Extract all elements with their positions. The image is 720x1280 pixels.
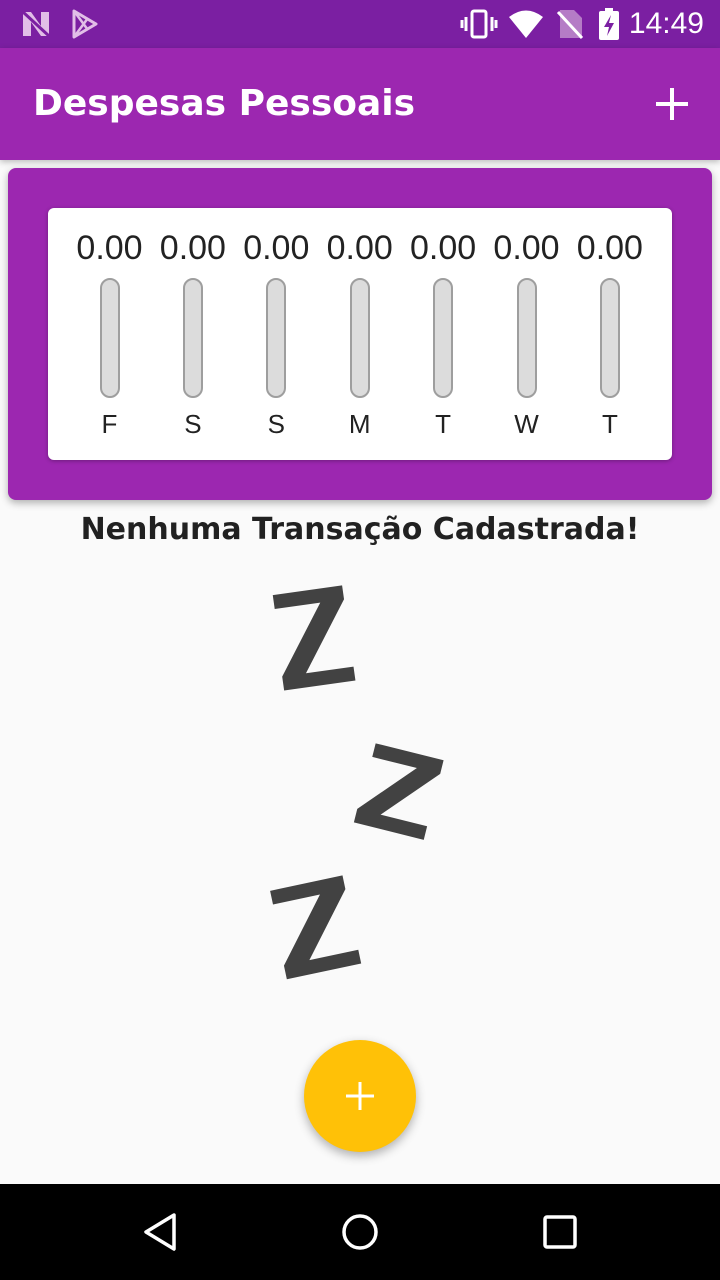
chart-bar-column: 0.00 W (485, 208, 568, 460)
chart-card: 0.00 F 0.00 S 0.00 S 0.00 M 0.00 T 0.00 W 0.00 T (8, 168, 712, 500)
app-title: Despesas Pessoais (33, 83, 416, 124)
play-store-icon (72, 9, 98, 39)
app-bar: Despesas Pessoais (0, 48, 720, 160)
bar-track (599, 278, 620, 398)
add-transaction-button[interactable] (304, 1040, 416, 1152)
n-logo-icon (21, 10, 51, 38)
bar-track (349, 278, 370, 398)
bar-track (516, 278, 537, 398)
bar-day-label: T (601, 409, 618, 439)
plus-icon[interactable] (652, 84, 692, 124)
status-time: 14:49 (628, 7, 704, 40)
bar-day-label: W (514, 409, 539, 439)
bar-day-label: S (184, 409, 202, 439)
chart-bar-column: 0.00 M (318, 208, 401, 460)
bar-day-label: F (101, 409, 118, 439)
no-sim-icon (556, 10, 584, 40)
bar-track (182, 278, 203, 398)
bar-day-label: M (348, 409, 371, 439)
chart-bar-column: 0.00 F (68, 208, 151, 460)
back-triangle-icon[interactable] (140, 1212, 180, 1252)
chart-bar-column: 0.00 T (402, 208, 485, 460)
plus-icon (346, 1082, 374, 1110)
bar-track (433, 278, 454, 398)
navigation-bar (0, 1184, 720, 1280)
bar-track (99, 278, 120, 398)
chart-bar-column: 0.00 S (235, 208, 318, 460)
vibrate-icon (460, 9, 498, 39)
status-bar: 14:49 (0, 0, 720, 48)
chart-bar-column: 0.00 S (151, 208, 234, 460)
bar-day-label: T (435, 409, 452, 439)
zzz-sleep-image (270, 585, 444, 980)
chart-bar-column: 0.00 T (568, 208, 651, 460)
recents-square-icon[interactable] (540, 1212, 580, 1252)
bar-track (266, 278, 287, 398)
bar-day-label: S (267, 409, 285, 439)
battery-charging-icon (599, 8, 619, 40)
empty-state-message: Nenhuma Transação Cadastrada! (80, 512, 640, 547)
wifi-icon (509, 10, 543, 38)
weekly-chart: 0.00 F 0.00 S 0.00 S 0.00 M 0.00 T 0.00 W 0.00 T (48, 208, 672, 460)
home-circle-icon[interactable] (340, 1212, 380, 1252)
bar-value-label: 0.00 (576, 229, 643, 267)
